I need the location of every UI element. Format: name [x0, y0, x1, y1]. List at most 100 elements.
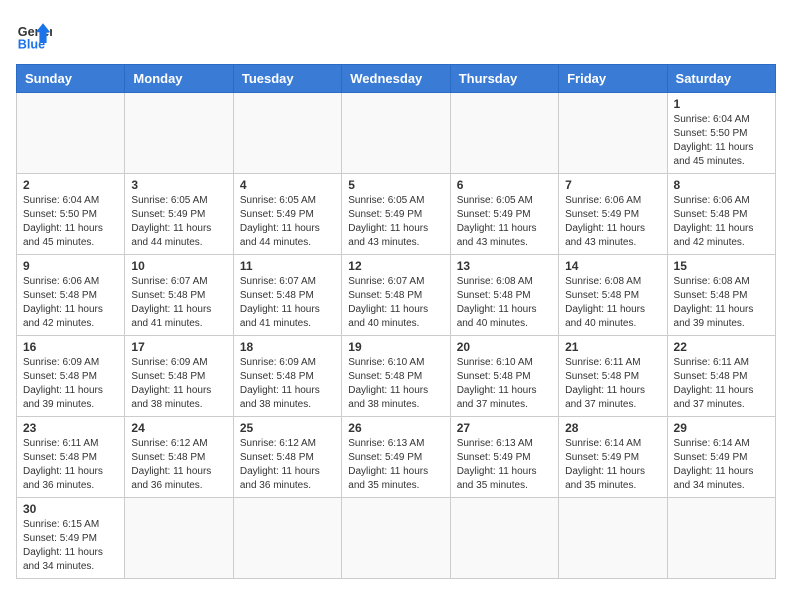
- day-info: Sunrise: 6:08 AM Sunset: 5:48 PM Dayligh…: [565, 275, 660, 331]
- calendar-week-1: 1 Sunrise: 6:04 AM Sunset: 5:50 PM Daylig…: [17, 93, 776, 174]
- day-info: Sunrise: 6:11 AM Sunset: 5:48 PM Dayligh…: [23, 437, 118, 493]
- calendar-cell: [125, 498, 233, 579]
- calendar-cell: [233, 93, 341, 174]
- calendar-cell: 27 Sunrise: 6:13 AM Sunset: 5:49 PM Dayli…: [450, 417, 558, 498]
- calendar-cell: 18 Sunrise: 6:09 AM Sunset: 5:48 PM Dayli…: [233, 336, 341, 417]
- calendar-cell: 16Sunrise: 6:09 AM Sunset: 5:48 PM Dayli…: [17, 336, 125, 417]
- day-info: Sunrise: 6:06 AM Sunset: 5:48 PM Dayligh…: [674, 194, 769, 250]
- day-number: 11: [240, 259, 335, 273]
- day-number: 28: [565, 421, 660, 435]
- day-number: 20: [457, 340, 552, 354]
- day-info: Sunrise: 6:13 AM Sunset: 5:49 PM Dayligh…: [348, 437, 443, 493]
- calendar-cell: 22 Sunrise: 6:11 AM Sunset: 5:48 PM Dayli…: [667, 336, 775, 417]
- calendar-cell: 10 Sunrise: 6:07 AM Sunset: 5:48 PM Dayli…: [125, 255, 233, 336]
- day-info: Sunrise: 6:11 AM Sunset: 5:48 PM Dayligh…: [674, 356, 769, 412]
- calendar-cell: [233, 498, 341, 579]
- day-number: 2: [23, 178, 118, 192]
- day-info: Sunrise: 6:05 AM Sunset: 5:49 PM Dayligh…: [131, 194, 226, 250]
- day-number: 29: [674, 421, 769, 435]
- calendar-cell: 14 Sunrise: 6:08 AM Sunset: 5:48 PM Dayli…: [559, 255, 667, 336]
- day-info: Sunrise: 6:09 AM Sunset: 5:48 PM Dayligh…: [131, 356, 226, 412]
- calendar-cell: 20 Sunrise: 6:10 AM Sunset: 5:48 PM Dayli…: [450, 336, 558, 417]
- calendar-cell: [342, 93, 450, 174]
- day-number: 24: [131, 421, 226, 435]
- day-number: 22: [674, 340, 769, 354]
- day-info: Sunrise: 6:14 AM Sunset: 5:49 PM Dayligh…: [674, 437, 769, 493]
- calendar-cell: 21Sunrise: 6:11 AM Sunset: 5:48 PM Dayli…: [559, 336, 667, 417]
- calendar-week-4: 16 Sunrise: 6:09 AM Sunset: 5:48 PM Dayli…: [17, 336, 776, 417]
- day-header-monday: Monday: [125, 65, 233, 93]
- day-number: 4: [240, 178, 335, 192]
- logo: General Blue: [16, 16, 52, 52]
- day-info: Sunrise: 6:15 AM Sunset: 5:49 PM Dayligh…: [23, 518, 118, 574]
- calendar-cell: 2 Sunrise: 6:04 AM Sunset: 5:50 PM Daylig…: [17, 174, 125, 255]
- calendar-cell: [667, 498, 775, 579]
- calendar-header-row: SundayMondayTuesdayWednesdayThursdayFrid…: [17, 65, 776, 93]
- day-number: 13: [457, 259, 552, 273]
- day-info: Sunrise: 6:14 AM Sunset: 5:49 PM Dayligh…: [565, 437, 660, 493]
- day-number: 27: [457, 421, 552, 435]
- calendar-cell: 4 Sunrise: 6:05 AM Sunset: 5:49 PM Daylig…: [233, 174, 341, 255]
- calendar-cell: 15 Sunrise: 6:08 AM Sunset: 5:48 PM Dayli…: [667, 255, 775, 336]
- day-number: 30: [23, 502, 118, 516]
- day-info: Sunrise: 6:13 AM Sunset: 5:49 PM Dayligh…: [457, 437, 552, 493]
- calendar-cell: 13 Sunrise: 6:08 AM Sunset: 5:48 PM Dayli…: [450, 255, 558, 336]
- logo-svg: General Blue: [16, 16, 52, 52]
- day-info: Sunrise: 6:04 AM Sunset: 5:50 PM Dayligh…: [23, 194, 118, 250]
- day-number: 9: [23, 259, 118, 273]
- calendar-week-6: 30 Sunrise: 6:15 AM Sunset: 5:49 PM Dayli…: [17, 498, 776, 579]
- calendar-cell: [450, 498, 558, 579]
- calendar-cell: [450, 93, 558, 174]
- calendar-cell: 25Sunrise: 6:12 AM Sunset: 5:48 PM Dayli…: [233, 417, 341, 498]
- day-header-wednesday: Wednesday: [342, 65, 450, 93]
- day-info: Sunrise: 6:04 AM Sunset: 5:50 PM Dayligh…: [674, 113, 769, 169]
- calendar-cell: 5Sunrise: 6:05 AM Sunset: 5:49 PM Daylig…: [342, 174, 450, 255]
- day-info: Sunrise: 6:10 AM Sunset: 5:48 PM Dayligh…: [457, 356, 552, 412]
- calendar-cell: 29 Sunrise: 6:14 AM Sunset: 5:49 PM Dayli…: [667, 417, 775, 498]
- calendar-cell: 28 Sunrise: 6:14 AM Sunset: 5:49 PM Dayli…: [559, 417, 667, 498]
- day-info: Sunrise: 6:07 AM Sunset: 5:48 PM Dayligh…: [131, 275, 226, 331]
- day-number: 15: [674, 259, 769, 273]
- day-number: 18: [240, 340, 335, 354]
- day-number: 16: [23, 340, 118, 354]
- calendar-cell: 9 Sunrise: 6:06 AM Sunset: 5:48 PM Daylig…: [17, 255, 125, 336]
- calendar-cell: 7Sunrise: 6:06 AM Sunset: 5:49 PM Daylig…: [559, 174, 667, 255]
- calendar-cell: [125, 93, 233, 174]
- day-info: Sunrise: 6:08 AM Sunset: 5:48 PM Dayligh…: [457, 275, 552, 331]
- calendar-week-3: 9 Sunrise: 6:06 AM Sunset: 5:48 PM Daylig…: [17, 255, 776, 336]
- day-header-tuesday: Tuesday: [233, 65, 341, 93]
- day-number: 21: [565, 340, 660, 354]
- day-info: Sunrise: 6:05 AM Sunset: 5:49 PM Dayligh…: [457, 194, 552, 250]
- calendar-cell: [342, 498, 450, 579]
- calendar-week-5: 23 Sunrise: 6:11 AM Sunset: 5:48 PM Dayli…: [17, 417, 776, 498]
- day-number: 14: [565, 259, 660, 273]
- day-info: Sunrise: 6:10 AM Sunset: 5:48 PM Dayligh…: [348, 356, 443, 412]
- calendar-cell: 24 Sunrise: 6:12 AM Sunset: 5:48 PM Dayli…: [125, 417, 233, 498]
- day-header-friday: Friday: [559, 65, 667, 93]
- header: General Blue: [16, 16, 776, 52]
- day-info: Sunrise: 6:09 AM Sunset: 5:48 PM Dayligh…: [240, 356, 335, 412]
- day-info: Sunrise: 6:05 AM Sunset: 5:49 PM Dayligh…: [240, 194, 335, 250]
- calendar-cell: 8 Sunrise: 6:06 AM Sunset: 5:48 PM Daylig…: [667, 174, 775, 255]
- calendar-cell: [17, 93, 125, 174]
- calendar-week-2: 2 Sunrise: 6:04 AM Sunset: 5:50 PM Daylig…: [17, 174, 776, 255]
- day-info: Sunrise: 6:12 AM Sunset: 5:48 PM Dayligh…: [131, 437, 226, 493]
- day-info: Sunrise: 6:06 AM Sunset: 5:49 PM Dayligh…: [565, 194, 660, 250]
- calendar-cell: 12Sunrise: 6:07 AM Sunset: 5:48 PM Dayli…: [342, 255, 450, 336]
- day-number: 8: [674, 178, 769, 192]
- day-number: 23: [23, 421, 118, 435]
- day-number: 10: [131, 259, 226, 273]
- day-number: 1: [674, 97, 769, 111]
- calendar-cell: [559, 498, 667, 579]
- day-info: Sunrise: 6:06 AM Sunset: 5:48 PM Dayligh…: [23, 275, 118, 331]
- day-info: Sunrise: 6:07 AM Sunset: 5:48 PM Dayligh…: [348, 275, 443, 331]
- calendar-cell: 1 Sunrise: 6:04 AM Sunset: 5:50 PM Daylig…: [667, 93, 775, 174]
- day-info: Sunrise: 6:07 AM Sunset: 5:48 PM Dayligh…: [240, 275, 335, 331]
- day-number: 17: [131, 340, 226, 354]
- calendar-cell: 19 Sunrise: 6:10 AM Sunset: 5:48 PM Dayli…: [342, 336, 450, 417]
- day-number: 5: [348, 178, 443, 192]
- day-number: 19: [348, 340, 443, 354]
- calendar-cell: 17 Sunrise: 6:09 AM Sunset: 5:48 PM Dayli…: [125, 336, 233, 417]
- day-info: Sunrise: 6:08 AM Sunset: 5:48 PM Dayligh…: [674, 275, 769, 331]
- calendar-cell: 23 Sunrise: 6:11 AM Sunset: 5:48 PM Dayli…: [17, 417, 125, 498]
